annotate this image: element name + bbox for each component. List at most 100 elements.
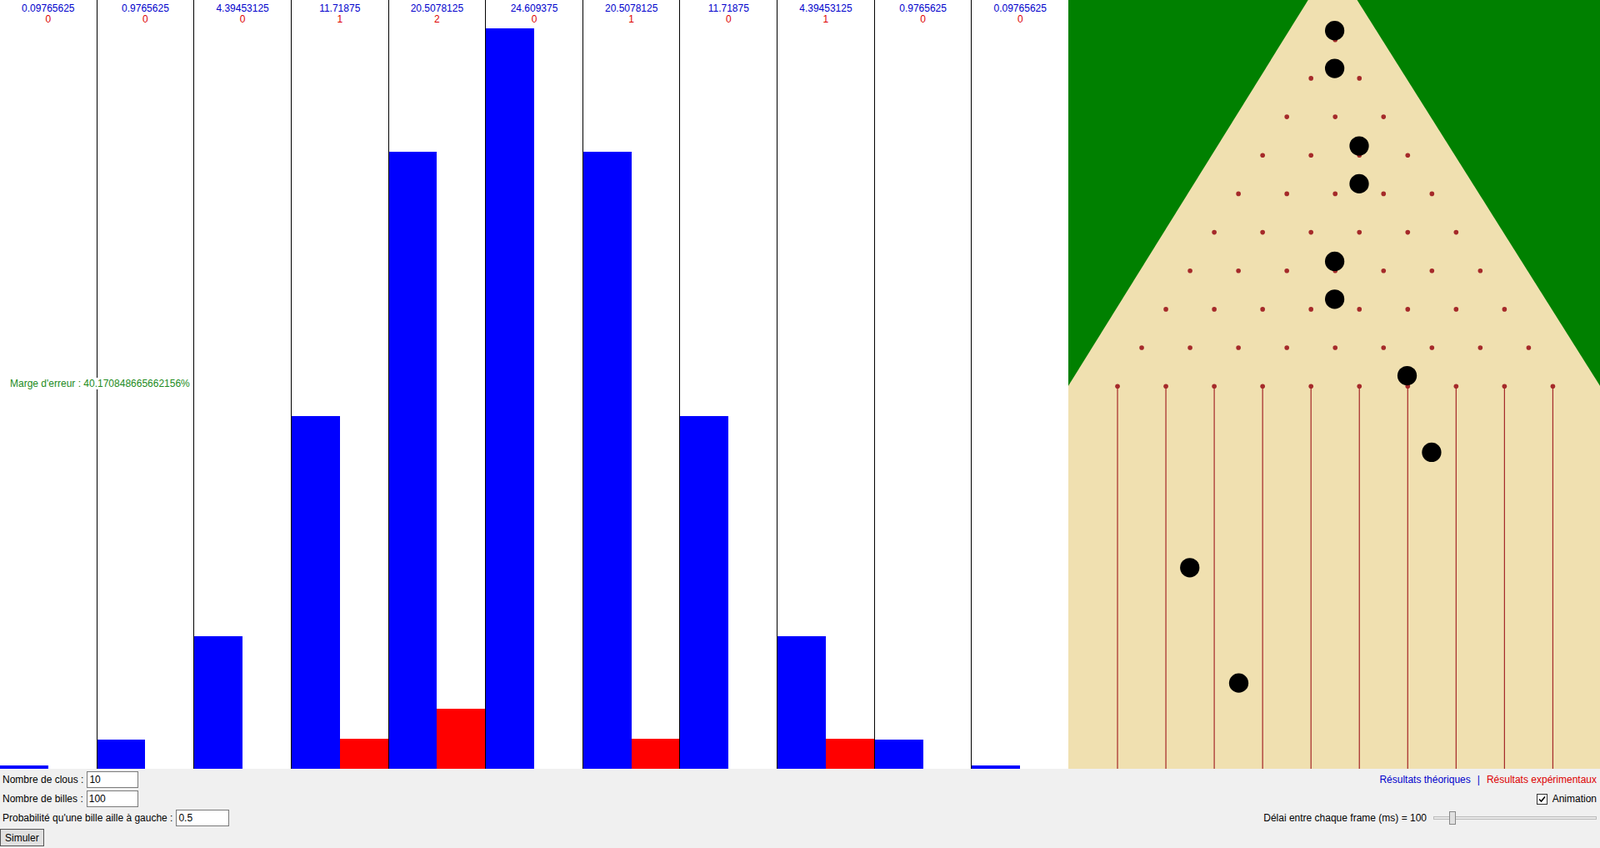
board-drawing	[1068, 0, 1600, 769]
nail	[1211, 306, 1217, 312]
bin-divider	[1455, 385, 1457, 769]
bars-area	[291, 28, 389, 769]
bars-area	[485, 28, 583, 769]
legend: Résultats théoriques|Résultats expérimen…	[1379, 770, 1597, 788]
experimental-count: 2	[434, 14, 440, 25]
field-label: Probabilité qu'une bille aille à gauche …	[2, 810, 173, 825]
column-labels: 4.394531250	[194, 0, 291, 29]
nail	[1235, 191, 1241, 197]
bars-area	[194, 28, 291, 769]
main-area: 0.0976562500.976562504.39453125011.71875…	[0, 0, 1600, 769]
nail	[1356, 230, 1362, 235]
nail	[1235, 268, 1241, 274]
experimental-count: 0	[920, 14, 926, 25]
theoretical-value: 20.5078125	[410, 3, 464, 15]
ball	[1349, 174, 1369, 194]
theoretical-value: 11.71875	[319, 3, 360, 15]
nail	[1235, 345, 1241, 350]
ball	[1397, 365, 1417, 385]
column-labels: 0.097656250	[971, 0, 1069, 29]
bars-area	[583, 28, 680, 769]
nail	[1211, 383, 1217, 389]
nail	[1308, 75, 1314, 81]
column-labels: 4.394531251	[777, 0, 875, 29]
experimental-count: 0	[1017, 14, 1024, 25]
app-window: 0.0976562500.976562504.39453125011.71875…	[0, 0, 1600, 848]
nail	[1284, 191, 1290, 197]
column-labels: 24.6093750	[485, 0, 583, 29]
theoretical-bar	[485, 28, 535, 769]
bin-divider	[1504, 385, 1505, 769]
slider-track	[1433, 815, 1597, 820]
ball	[1180, 557, 1200, 577]
nail	[1356, 306, 1362, 312]
histogram-column: 0.097656250	[970, 0, 1069, 769]
column-labels: 11.718751	[291, 0, 389, 29]
experimental-count: 0	[531, 14, 538, 25]
theoretical-value: 4.39453125	[215, 3, 269, 15]
field-input[interactable]	[86, 770, 139, 788]
nail	[1380, 268, 1386, 274]
column-labels: 0.97656250	[875, 0, 972, 29]
field-row: Nombre de billes :	[2, 790, 230, 807]
nail	[1284, 268, 1290, 274]
bin-divider	[1165, 385, 1166, 769]
bars-area	[680, 28, 777, 769]
theoretical-bar	[680, 415, 729, 769]
ball	[1325, 289, 1345, 309]
nail	[1380, 345, 1386, 350]
bars-area	[389, 28, 486, 769]
nail	[1356, 75, 1362, 81]
field-input[interactable]	[86, 790, 139, 807]
slider-thumb[interactable]	[1449, 810, 1456, 825]
theoretical-bar	[875, 739, 924, 769]
animation-checkbox[interactable]	[1536, 793, 1548, 805]
nail	[1308, 383, 1314, 389]
legend-item: Résultats théoriques	[1379, 771, 1470, 787]
theoretical-value: 20.5078125	[605, 3, 658, 15]
ball	[1325, 58, 1345, 78]
field-input[interactable]	[175, 809, 230, 826]
theoretical-bar	[97, 739, 146, 769]
theoretical-value: 24.609375	[510, 3, 559, 15]
experimental-count: 0	[142, 14, 149, 25]
bars-area	[0, 28, 97, 769]
column-labels: 20.50781251	[583, 0, 680, 29]
histogram-column: 11.718751	[290, 0, 389, 769]
nail	[1187, 268, 1193, 274]
theoretical-value: 11.71875	[708, 3, 750, 15]
theoretical-bar	[0, 765, 49, 769]
histogram-column: 11.718750	[679, 0, 777, 769]
theoretical-bar	[194, 635, 243, 769]
simulate-button[interactable]: Simuler	[0, 828, 45, 846]
nail	[1380, 191, 1386, 197]
experimental-bar	[631, 738, 680, 769]
nail	[1405, 230, 1410, 235]
nail	[1308, 306, 1314, 312]
histogram: 0.0976562500.976562504.39453125011.71875…	[0, 0, 1069, 769]
experimental-count: 1	[823, 14, 830, 25]
settings: Nombre de clous : Nombre de billes : Proba…	[0, 768, 230, 848]
delay-row: Délai entre chaque frame (ms) = 100	[1263, 809, 1597, 826]
nail	[1454, 383, 1460, 389]
check-icon	[1537, 794, 1547, 804]
histogram-column: 24.6093750	[485, 0, 583, 769]
legend-separator: |	[1477, 771, 1480, 787]
button-row: Simuler	[2, 828, 230, 846]
field-row: Nombre de clous :	[2, 770, 230, 788]
histogram-column: 4.394531250	[193, 0, 291, 769]
theoretical-value: 0.9765625	[899, 3, 947, 15]
bin-divider	[1214, 385, 1215, 769]
bin-divider	[1407, 385, 1409, 769]
delay-slider[interactable]	[1433, 810, 1597, 825]
nail	[1332, 191, 1338, 197]
animation-label: Animation	[1552, 790, 1597, 806]
bin-divider	[1116, 385, 1118, 769]
bin-divider	[1359, 385, 1360, 769]
bars-area	[97, 28, 195, 769]
ball	[1349, 135, 1369, 155]
nail	[1211, 230, 1217, 235]
histogram-column: 4.394531251	[776, 0, 875, 769]
bin-divider	[1262, 385, 1264, 769]
theoretical-bar	[583, 151, 632, 769]
